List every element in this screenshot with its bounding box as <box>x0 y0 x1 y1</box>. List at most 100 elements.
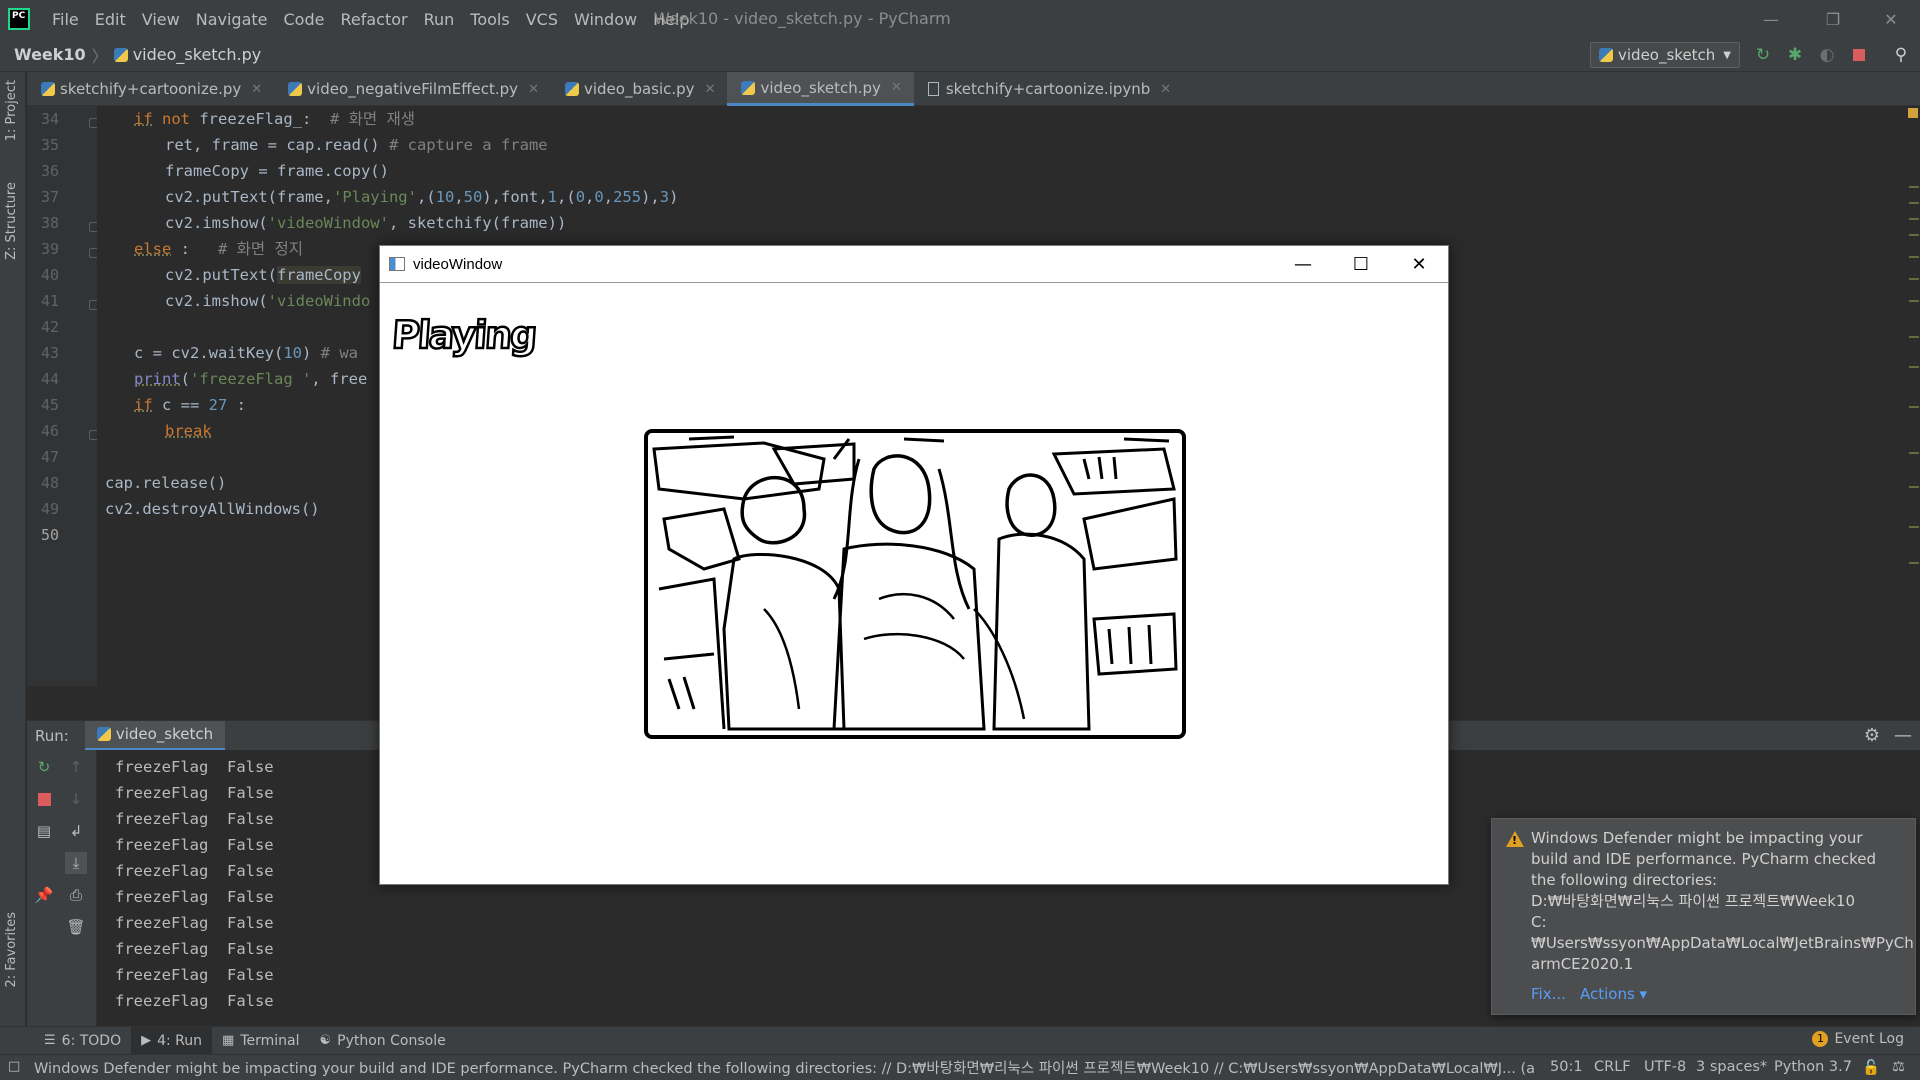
fix-link[interactable]: Fix... <box>1531 985 1566 1003</box>
video-window[interactable]: videoWindow — ☐ ✕ Playing <box>379 245 1449 885</box>
structure-tool-tab[interactable]: Z: Structure <box>4 182 19 260</box>
actions-dropdown[interactable]: Actions ▾ <box>1580 985 1647 1003</box>
soft-wrap-icon[interactable]: ↲ <box>65 820 87 842</box>
menu-window[interactable]: Window <box>566 10 645 29</box>
line-number-current: 50 <box>40 526 59 544</box>
close-tab-icon[interactable]: ✕ <box>1160 82 1171 97</box>
gear-icon[interactable]: ⚙ <box>1864 725 1880 746</box>
arrow-up-icon[interactable]: ↑ <box>65 756 87 778</box>
warning-icon[interactable] <box>1908 108 1918 118</box>
stripe-mark[interactable] <box>1909 202 1919 204</box>
trash-icon[interactable]: 🗑 <box>65 916 87 938</box>
arrow-down-icon[interactable]: ↓ <box>65 788 87 810</box>
windows-defender-notification[interactable]: Windows Defender might be impacting your… <box>1491 818 1916 1015</box>
run-tool-tab[interactable]: ▶ 4: Run <box>131 1026 213 1055</box>
stripe-mark[interactable] <box>1909 300 1919 302</box>
file-encoding[interactable]: UTF-8 <box>1644 1059 1686 1075</box>
code-builtin: print <box>134 370 181 388</box>
menu-navigate[interactable]: Navigate <box>188 10 276 29</box>
search-icon[interactable]: ⚲ <box>1890 44 1912 66</box>
stripe-mark[interactable] <box>1909 562 1919 564</box>
tab-video-negativefilmeffect-py[interactable]: video_negativeFilmEffect.py ✕ <box>274 72 551 106</box>
code-token: , sketchify(frame)) <box>388 214 567 232</box>
memory-indicator-icon[interactable]: ⚖ <box>1892 1059 1905 1075</box>
lock-icon[interactable]: 🔓 <box>1862 1059 1880 1076</box>
stripe-mark[interactable] <box>1909 336 1919 338</box>
tab-sketchify-cartoonize-ipynb[interactable]: sketchify+cartoonize.ipynb ✕ <box>914 72 1183 106</box>
code-token: ),font, <box>482 188 548 206</box>
restore-icon[interactable]: ❐ <box>1810 0 1856 38</box>
console-line: freezeFlag False <box>115 862 274 880</box>
tab-video-basic-py[interactable]: video_basic.py ✕ <box>551 72 728 106</box>
breadcrumb-separator-icon: 〉 <box>91 46 108 66</box>
event-log-tool-tab[interactable]: 1 Event Log <box>1812 1031 1904 1047</box>
stripe-mark[interactable] <box>1909 452 1919 454</box>
close-tab-icon[interactable]: ✕ <box>528 82 539 97</box>
rerun-icon[interactable]: ↻ <box>33 756 55 778</box>
video-window-title-bar[interactable]: videoWindow — ☐ ✕ <box>380 246 1448 283</box>
breadcrumb-project[interactable]: Week10 <box>14 45 86 64</box>
rerun-icon[interactable]: ↻ <box>1752 44 1774 66</box>
line-separator[interactable]: CRLF <box>1594 1059 1631 1075</box>
close-tab-icon[interactable]: ✕ <box>705 82 716 97</box>
coverage-icon[interactable]: ◐ <box>1816 44 1838 66</box>
menu-code[interactable]: Code <box>276 10 333 29</box>
menu-view[interactable]: View <box>134 10 188 29</box>
menu-file[interactable]: File <box>44 10 87 29</box>
stop-icon[interactable] <box>33 788 55 810</box>
editor-gutter: 34 35 36 37 38 39 40 41 42 43 44 45 46 4… <box>27 106 99 686</box>
toggle-tool-windows-icon[interactable]: □ <box>8 1059 20 1074</box>
todo-tool-tab[interactable]: ☰ 6: TODO <box>34 1027 131 1055</box>
minimize-icon[interactable]: — <box>1748 0 1794 38</box>
print-icon[interactable]: ⎙ <box>65 884 87 906</box>
stripe-mark[interactable] <box>1909 486 1919 488</box>
run-tab-video-sketch[interactable]: video_sketch <box>84 720 226 751</box>
menu-edit[interactable]: Edit <box>87 10 134 29</box>
menu-refactor[interactable]: Refactor <box>332 10 415 29</box>
run-config-select[interactable]: video_sketch ▼ <box>1590 42 1740 68</box>
pin-icon[interactable]: 📌 <box>33 884 55 906</box>
notification-text: Windows Defender might be impacting your <box>1531 829 1863 847</box>
stripe-mark[interactable] <box>1909 256 1919 258</box>
project-tool-tab[interactable]: 1: Project <box>4 80 19 141</box>
console-line: freezeFlag False <box>115 810 274 828</box>
terminal-tool-tab[interactable]: ▦ Terminal <box>212 1027 309 1055</box>
code-line-38: cv2.imshow('videoWindow', sketchify(fram… <box>165 210 566 236</box>
stripe-mark[interactable] <box>1909 406 1919 408</box>
debug-icon[interactable]: ✱ <box>1784 44 1806 66</box>
stripe-mark[interactable] <box>1909 234 1919 236</box>
breadcrumb-file[interactable]: video_sketch.py <box>133 45 262 64</box>
indent-setting[interactable]: 3 spaces* <box>1696 1059 1767 1075</box>
menu-run[interactable]: Run <box>416 10 463 29</box>
close-tab-icon[interactable]: ✕ <box>891 80 902 95</box>
menu-tools[interactable]: Tools <box>462 10 517 29</box>
stripe-mark[interactable] <box>1909 366 1919 368</box>
stripe-mark[interactable] <box>1909 526 1919 528</box>
hide-panel-icon[interactable]: — <box>1894 725 1912 746</box>
code-line-34: if not freezeFlag_: # 화면 재생 <box>134 106 415 132</box>
maximize-icon[interactable]: ☐ <box>1332 246 1390 282</box>
python-file-icon <box>96 727 111 741</box>
menu-vcs[interactable]: VCS <box>518 10 566 29</box>
stop-icon[interactable] <box>1848 44 1870 66</box>
tab-sketchify-cartoonize-py[interactable]: sketchify+cartoonize.py ✕ <box>27 72 274 106</box>
python-interpreter[interactable]: Python 3.7 <box>1774 1059 1852 1075</box>
status-message[interactable]: Windows Defender might be impacting your… <box>34 1057 1534 1078</box>
stripe-mark[interactable] <box>1909 278 1919 280</box>
tab-video-sketch-py[interactable]: video_sketch.py ✕ <box>727 72 914 106</box>
error-stripe[interactable] <box>1908 106 1920 686</box>
stripe-mark[interactable] <box>1909 186 1919 188</box>
layout-icon[interactable]: ▤ <box>33 820 55 842</box>
close-tab-icon[interactable]: ✕ <box>251 82 262 97</box>
python-console-tool-tab[interactable]: ☯ Python Console <box>310 1027 456 1055</box>
code-string: 'videoWindo <box>267 292 371 310</box>
favorites-tool-tab[interactable]: 2: Favorites <box>4 912 19 988</box>
stripe-mark[interactable] <box>1909 218 1919 220</box>
code-token: ( <box>180 370 191 388</box>
close-icon[interactable]: ✕ <box>1868 0 1914 38</box>
close-icon[interactable]: ✕ <box>1390 246 1448 282</box>
menu-bar: File Edit View Navigate Code Refactor Ru… <box>44 10 698 29</box>
caret-position[interactable]: 50:1 <box>1550 1059 1583 1075</box>
minimize-icon[interactable]: — <box>1274 246 1332 282</box>
scroll-to-end-icon[interactable]: ⤓ <box>65 852 87 874</box>
